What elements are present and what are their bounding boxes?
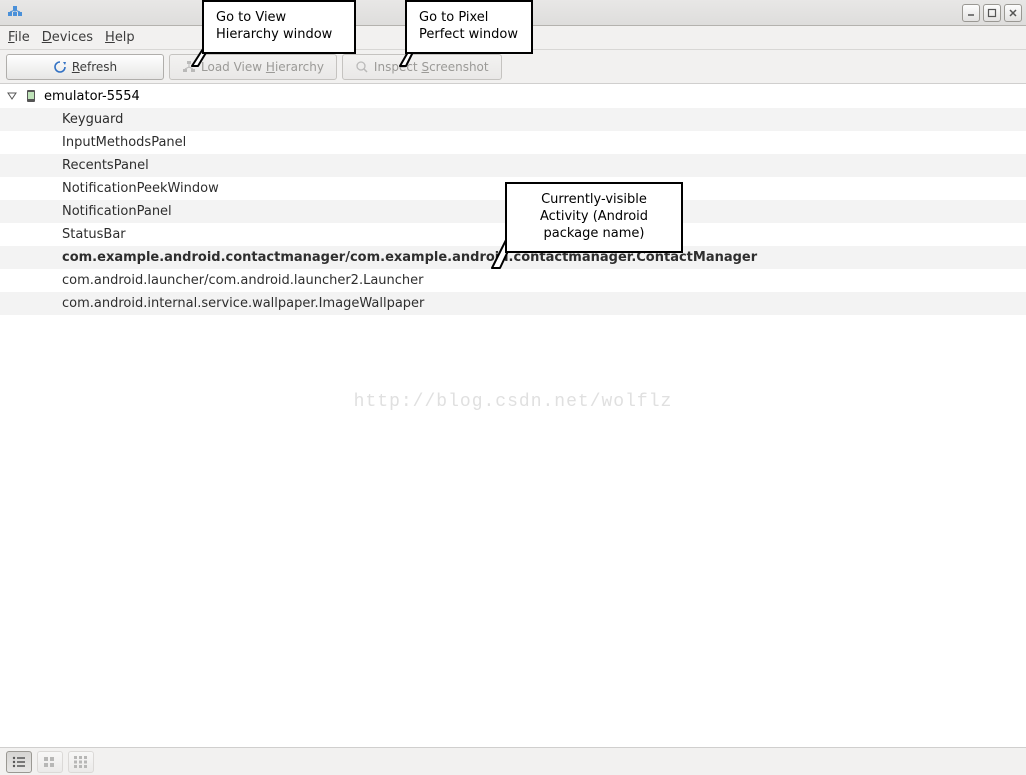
callout-pixel-perfect: Go to Pixel Perfect window <box>405 0 533 54</box>
callout-text: Go to View Hierarchy window <box>216 10 332 42</box>
device-label: emulator-5554 <box>44 89 140 104</box>
refresh-button[interactable]: Refresh <box>6 54 164 80</box>
view-list-button[interactable] <box>6 751 32 773</box>
callout-view-hierarchy: Go to View Hierarchy window <box>202 0 356 54</box>
callout-text: Go to Pixel Perfect window <box>419 10 518 42</box>
tree-item[interactable]: com.android.launcher/com.android.launche… <box>0 269 1026 292</box>
tree-item[interactable]: RecentsPanel <box>0 154 1026 177</box>
statusbar <box>0 748 1026 775</box>
tree-item[interactable]: InputMethodsPanel <box>0 131 1026 154</box>
tree-device-row[interactable]: emulator-5554 <box>0 84 1026 108</box>
device-icon <box>24 89 38 103</box>
view-large-grid-button <box>68 751 94 773</box>
collapse-arrow-icon[interactable] <box>6 90 18 102</box>
magnifier-icon <box>355 60 369 74</box>
small-grid-icon <box>43 756 57 768</box>
tree-item[interactable]: com.android.internal.service.wallpaper.I… <box>0 292 1026 315</box>
minimize-button[interactable] <box>962 4 980 22</box>
maximize-button[interactable] <box>983 4 1001 22</box>
app-icon <box>6 4 24 22</box>
menu-devices[interactable]: Devices <box>42 30 93 45</box>
large-grid-icon <box>74 756 88 768</box>
close-button[interactable] <box>1004 4 1022 22</box>
menu-help[interactable]: Help <box>105 30 135 45</box>
callout-text: Currently-visible Activity (Android pack… <box>540 192 648 241</box>
tree-item[interactable]: Keyguard <box>0 108 1026 131</box>
toolbar: Refresh Load View Hierarchy Inspect Scre… <box>0 50 1026 84</box>
list-icon <box>12 756 26 768</box>
view-small-grid-button <box>37 751 63 773</box>
menu-file[interactable]: File <box>8 30 30 45</box>
callout-activity: Currently-visible Activity (Android pack… <box>505 182 683 253</box>
refresh-icon <box>53 60 67 74</box>
